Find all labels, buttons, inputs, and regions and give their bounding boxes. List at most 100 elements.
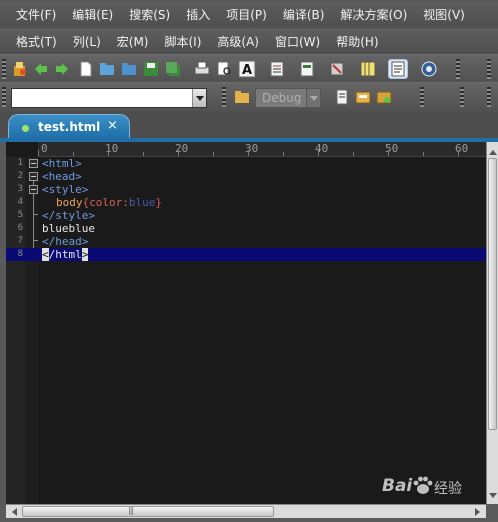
vertical-scrollbar[interactable]	[486, 142, 498, 504]
menu-help[interactable]: 帮助(H)	[328, 31, 386, 53]
toolbar-grip[interactable]	[487, 87, 491, 107]
bracket-match: <	[42, 248, 49, 261]
standard-toolbar: A	[0, 54, 498, 84]
toolbar-grip[interactable]	[487, 59, 491, 79]
menu-build[interactable]: 编译(B)	[275, 4, 333, 26]
code-line[interactable]: 3 <style>	[6, 183, 486, 196]
chevron-down-icon[interactable]	[192, 89, 206, 107]
menu-project[interactable]: 项目(P)	[218, 4, 275, 26]
ruler-mark: 60	[455, 142, 469, 155]
toolbar-grip[interactable]	[420, 87, 424, 107]
print-preview-icon[interactable]	[215, 60, 233, 78]
toolbar-grip[interactable]	[222, 87, 226, 107]
compile-icon[interactable]	[333, 88, 351, 106]
tab-test-html[interactable]: test.html ×	[8, 114, 130, 139]
menu-edit[interactable]: 编辑(E)	[64, 4, 121, 26]
fold-toggle-icon[interactable]	[29, 172, 38, 181]
fold-toggle-icon[interactable]	[29, 185, 38, 194]
new-project-icon[interactable]	[11, 60, 29, 78]
menu-file[interactable]: 文件(F)	[8, 4, 64, 26]
columns-icon[interactable]	[359, 60, 377, 78]
menu-advanced[interactable]: 高级(A)	[209, 31, 267, 53]
ruler-tick	[73, 152, 74, 156]
project-folder-icon[interactable]	[233, 88, 251, 106]
address-combo[interactable]	[11, 88, 207, 108]
scroll-left-icon[interactable]	[8, 506, 20, 518]
current-code-line[interactable]: 8 </html>	[6, 248, 486, 261]
line-number: 2	[17, 171, 23, 181]
ruler-mark: 20	[175, 142, 189, 155]
horizontal-scroll-thumb[interactable]	[22, 506, 274, 517]
new-file-icon[interactable]	[77, 60, 95, 78]
line-number: 4	[17, 197, 23, 207]
chevron-down-icon[interactable]	[306, 89, 320, 107]
line-number: 3	[17, 184, 23, 194]
scroll-right-icon[interactable]	[472, 506, 484, 518]
menu-insert[interactable]: 插入	[178, 4, 218, 26]
menu-window[interactable]: 窗口(W)	[267, 31, 328, 53]
code-line[interactable]: 1 <html>	[6, 157, 486, 170]
menu-search[interactable]: 搜索(S)	[121, 4, 178, 26]
tools-icon[interactable]	[328, 60, 346, 78]
ruler-mark: 10	[105, 142, 119, 155]
ruler-tick	[283, 152, 284, 156]
watermark-brand: Bai	[382, 476, 413, 496]
column-mode-icon[interactable]	[298, 60, 316, 78]
rebuild-icon[interactable]	[375, 88, 393, 106]
code-text: <html>	[42, 157, 82, 170]
code-text: <style>	[42, 183, 89, 196]
code-editor[interactable]: 0 10 20 30 40 50 60 1 <html> 2 <head> 3	[6, 142, 486, 504]
line-number: 8	[17, 249, 23, 259]
toolbar-grip[interactable]	[460, 87, 464, 107]
code-line[interactable]: 7 </head>	[6, 235, 486, 248]
back-arrow-icon[interactable]	[32, 60, 50, 78]
ruler-tick	[248, 150, 249, 156]
scroll-down-icon[interactable]	[488, 490, 498, 502]
document-list-icon[interactable]	[268, 60, 286, 78]
toolbar-grip[interactable]	[2, 59, 6, 79]
code-text: body{color:blue}	[56, 196, 162, 209]
code-text: </style>	[42, 209, 95, 222]
css-value: blue	[128, 196, 156, 209]
menu-script[interactable]: 脚本(I)	[156, 31, 209, 53]
print-icon[interactable]	[193, 60, 211, 78]
forward-arrow-icon[interactable]	[53, 60, 71, 78]
menu-bar: 文件(F) 编辑(E) 搜索(S) 插入 项目(P) 编译(B) 解决方案(O)…	[0, 2, 498, 28]
menu-bar-secondary: 格式(T) 列(L) 宏(M) 脚本(I) 高级(A) 窗口(W) 帮助(H)	[0, 29, 498, 55]
ruler-mark: 0	[41, 142, 48, 155]
close-icon[interactable]: ×	[107, 118, 118, 133]
word-wrap-icon[interactable]	[388, 59, 408, 79]
save-all-icon[interactable]	[164, 60, 182, 78]
build-config-combo[interactable]: Debug	[255, 88, 321, 108]
ruler-mark: 50	[385, 142, 399, 155]
ruler-mark: 30	[245, 142, 259, 155]
code-line[interactable]: 5 </style>	[6, 209, 486, 222]
horizontal-scrollbar[interactable]: |||	[6, 504, 486, 518]
menu-solution[interactable]: 解决方案(O)	[332, 4, 415, 26]
code-line[interactable]: 2 <head>	[6, 170, 486, 183]
folder-icon[interactable]	[120, 60, 138, 78]
browser-preview-icon[interactable]	[420, 60, 438, 78]
build-config-value: Debug	[262, 91, 302, 105]
ruler-tick	[318, 150, 319, 156]
code-text: </html>	[42, 248, 89, 261]
scroll-grip: |||	[128, 506, 134, 515]
save-icon[interactable]	[142, 60, 160, 78]
ruler-tick	[178, 150, 179, 156]
toolbar-grip[interactable]	[2, 87, 6, 107]
open-folder-icon[interactable]	[98, 60, 116, 78]
build-toolbar: Debug	[0, 82, 498, 112]
toolbar-grip[interactable]	[456, 59, 460, 79]
font-icon[interactable]: A	[238, 60, 256, 78]
build-icon[interactable]	[354, 88, 372, 106]
scroll-up-icon[interactable]	[488, 144, 498, 156]
code-line[interactable]: 4 body{color:blue}	[6, 196, 486, 209]
menu-macro[interactable]: 宏(M)	[109, 31, 157, 53]
vertical-scroll-thumb[interactable]	[488, 158, 497, 430]
menu-view[interactable]: 视图(V)	[415, 4, 473, 26]
ruler-tick	[353, 152, 354, 156]
code-line[interactable]: 6 blueblue	[6, 222, 486, 235]
menu-column[interactable]: 列(L)	[65, 31, 109, 53]
fold-toggle-icon[interactable]	[29, 159, 38, 168]
menu-format[interactable]: 格式(T)	[8, 31, 65, 53]
